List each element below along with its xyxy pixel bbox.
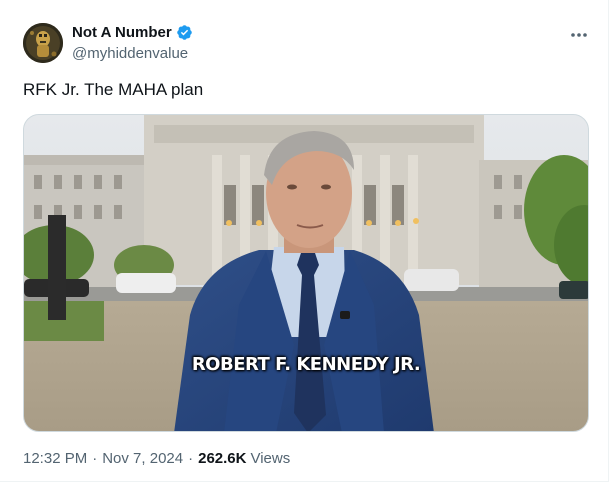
tweet-text: RFK Jr. The MAHA plan <box>23 80 204 99</box>
tweet-meta: 12:32 PM · Nov 7, 2024 · 262.6K Views <box>23 450 290 467</box>
avatar-image <box>23 23 63 63</box>
author-name[interactable]: Not A Number <box>72 24 172 41</box>
avatar[interactable] <box>23 23 63 63</box>
video-caption: ROBERT F. KENNEDY JR. <box>191 354 421 375</box>
author-handle[interactable]: @myhiddenvalue <box>72 45 188 62</box>
tweet-card: Not A Number @myhiddenvalue RFK Jr. The … <box>0 0 609 482</box>
more-dots-icon[interactable] <box>566 26 592 44</box>
tweet-time[interactable]: 12:32 PM <box>23 450 87 467</box>
author-header: Not A Number <box>72 24 193 41</box>
views-label: Views <box>250 450 291 467</box>
tweet-date[interactable]: Nov 7, 2024 <box>102 450 183 467</box>
meta-separator: · <box>92 450 98 467</box>
verified-badge-icon[interactable] <box>176 24 193 41</box>
views-count[interactable]: 262.6K <box>198 450 246 467</box>
meta-separator: · <box>188 450 194 467</box>
video-thumbnail[interactable]: ROBERT F. KENNEDY JR. <box>23 114 589 432</box>
video-scene <box>24 115 588 431</box>
